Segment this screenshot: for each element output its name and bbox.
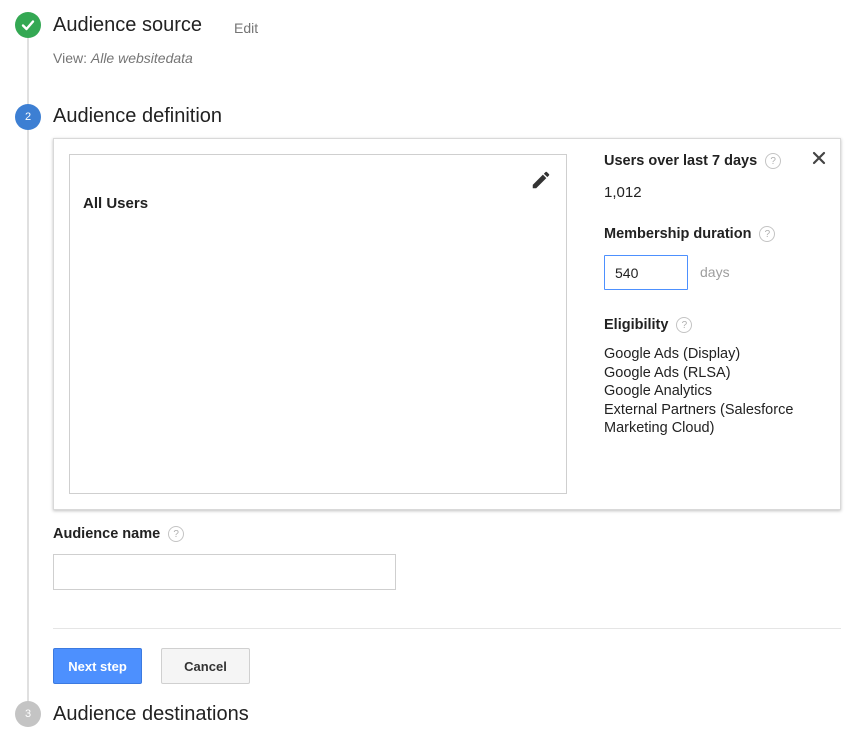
- membership-duration-input[interactable]: [604, 255, 688, 290]
- next-step-button[interactable]: Next step: [53, 648, 142, 684]
- check-icon: [21, 20, 35, 31]
- step-number-badge: 3: [15, 701, 41, 727]
- eligibility-item: Google Ads (RLSA): [604, 364, 731, 381]
- help-icon[interactable]: ?: [765, 153, 782, 169]
- step-progress-rail: [27, 38, 29, 708]
- view-prefix: View:: [53, 50, 91, 66]
- edit-source-link[interactable]: Edit: [234, 20, 258, 36]
- eligibility-list: Google Ads (Display) Google Ads (RLSA) G…: [604, 345, 834, 438]
- help-icon[interactable]: ?: [168, 526, 185, 542]
- audience-name-input[interactable]: [53, 554, 396, 590]
- users-count: 1,012: [604, 184, 642, 201]
- step-title-audience-definition: Audience definition: [53, 105, 223, 127]
- cancel-button[interactable]: Cancel: [161, 648, 250, 684]
- eligibility-heading: Eligibility: [604, 317, 669, 333]
- audience-name-label: Audience name: [53, 526, 161, 542]
- duration-heading: Membership duration: [604, 226, 752, 242]
- step-title-audience-destinations: Audience destinations: [53, 703, 249, 725]
- segment-box: All Users: [69, 154, 567, 494]
- view-info: View: Alle websitedata: [53, 50, 193, 66]
- audience-definition-panel: All Users Users over last 7 days ? 1,012…: [53, 138, 841, 510]
- eligibility-heading-row: Eligibility ?: [604, 317, 693, 333]
- step-complete-badge: [15, 12, 41, 38]
- eligibility-item: External Partners (Salesforce Marketing …: [604, 401, 794, 437]
- divider: [53, 628, 841, 629]
- close-icon[interactable]: [812, 151, 826, 165]
- step-title-audience-source: Audience source: [53, 14, 202, 36]
- duration-heading-row: Membership duration ?: [604, 226, 776, 242]
- eligibility-item: Google Analytics: [604, 383, 713, 399]
- view-value: Alle websitedata: [90, 50, 193, 66]
- audience-name-label-row: Audience name ?: [53, 526, 185, 542]
- users-heading-row: Users over last 7 days ?: [604, 153, 782, 169]
- segment-label: All Users: [83, 195, 149, 212]
- help-icon[interactable]: ?: [759, 226, 776, 242]
- help-icon[interactable]: ?: [676, 317, 693, 333]
- step-number-badge: 2: [15, 104, 41, 130]
- pencil-icon[interactable]: [530, 169, 552, 191]
- duration-unit: days: [700, 264, 730, 280]
- eligibility-item: Google Ads (Display): [604, 346, 741, 362]
- users-heading: Users over last 7 days: [604, 153, 758, 169]
